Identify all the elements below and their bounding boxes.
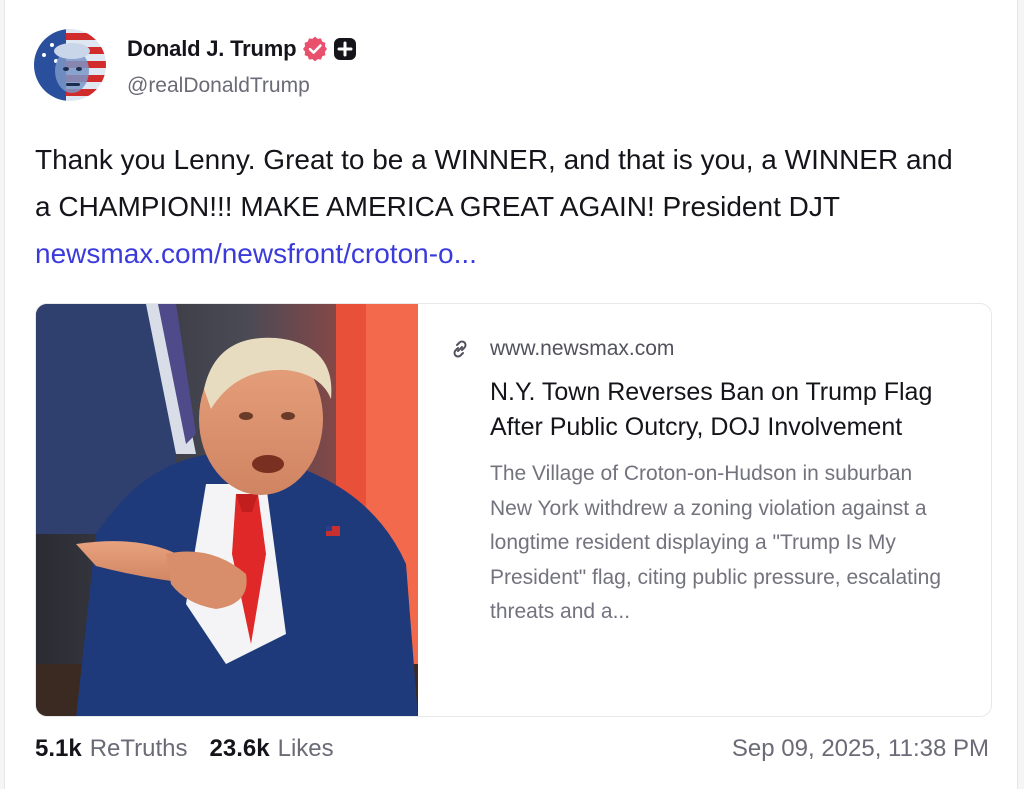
post-text: Thank you Lenny. Great to be a WINNER, a…: [35, 144, 953, 222]
verified-badge-icon: [302, 36, 328, 62]
retruths-count[interactable]: 5.1k: [35, 735, 82, 763]
link-meta: www.newsmax.com N.Y. Town Reverses Ban o…: [448, 334, 958, 630]
link-icon: [448, 337, 472, 361]
domain-row: www.newsmax.com: [448, 334, 958, 364]
author-name-row: Donald J. Trump: [127, 34, 357, 64]
avatar[interactable]: [34, 29, 106, 101]
plus-badge-icon: [334, 38, 357, 60]
author-display-name[interactable]: Donald J. Trump: [127, 36, 297, 62]
link-preview-card[interactable]: www.newsmax.com N.Y. Town Reverses Ban o…: [35, 303, 992, 717]
link-headline: N.Y. Town Reverses Ban on Trump Flag Aft…: [490, 378, 933, 441]
post-link[interactable]: newsmax.com/newsfront/croton-o...: [35, 238, 477, 269]
engagement-stats: 5.1k ReTruths 23.6k Likes: [35, 735, 356, 763]
post-timestamp[interactable]: Sep 09, 2025, 11:38 PM: [732, 735, 989, 763]
preview-image: [36, 304, 418, 716]
retruths-label[interactable]: ReTruths: [90, 735, 188, 763]
author-handle[interactable]: @realDonaldTrump: [127, 74, 310, 98]
post-body: Thank you Lenny. Great to be a WINNER, a…: [35, 136, 975, 277]
link-domain: www.newsmax.com: [490, 337, 675, 360]
link-description: The Village of Croton-on-Hudson in subur…: [490, 462, 942, 623]
post-card: Donald J. Trump @realDonaldTrump Thank y…: [4, 0, 1018, 789]
likes-count[interactable]: 23.6k: [210, 735, 270, 763]
likes-label[interactable]: Likes: [278, 735, 334, 763]
